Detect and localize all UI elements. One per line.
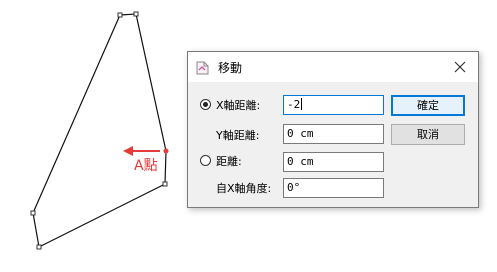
point-a-label: A點	[134, 158, 158, 174]
y-distance-input[interactable]: 0 cm	[283, 124, 384, 144]
y-distance-label: Y軸距離:	[216, 129, 260, 142]
move-document-icon	[196, 60, 209, 75]
dialog-titlebar[interactable]: 移動	[188, 52, 478, 82]
text-caret	[301, 98, 303, 110]
vertex-handle[interactable]	[162, 181, 168, 187]
close-button[interactable]	[442, 52, 478, 82]
vertex-handle[interactable]	[133, 11, 139, 17]
distance-label: 距離:	[216, 155, 242, 168]
close-icon	[454, 61, 466, 73]
vertex-handle[interactable]	[117, 12, 123, 18]
vertex-handle[interactable]	[30, 210, 36, 216]
move-dialog: 移動 X軸距離: -2 Y軸距離: 0 cm 距離: 0 cm 自X軸角度: 0…	[187, 51, 479, 208]
x-distance-input[interactable]: -2	[283, 95, 384, 115]
distance-input[interactable]: 0 cm	[283, 152, 384, 172]
x-distance-label: X軸距離:	[216, 99, 261, 112]
angle-label: 自X軸角度:	[216, 182, 272, 195]
point-a-marker[interactable]	[163, 148, 169, 154]
angle-input[interactable]: 0°	[283, 178, 384, 198]
dialog-title: 移動	[218, 61, 243, 75]
vertex-handle[interactable]	[36, 244, 42, 250]
distance-radio[interactable]	[200, 155, 211, 166]
arrow-left-icon	[123, 146, 160, 156]
cancel-button[interactable]: 取消	[391, 124, 465, 145]
x-distance-radio[interactable]	[200, 99, 211, 110]
ok-button[interactable]: 確定	[391, 95, 465, 116]
